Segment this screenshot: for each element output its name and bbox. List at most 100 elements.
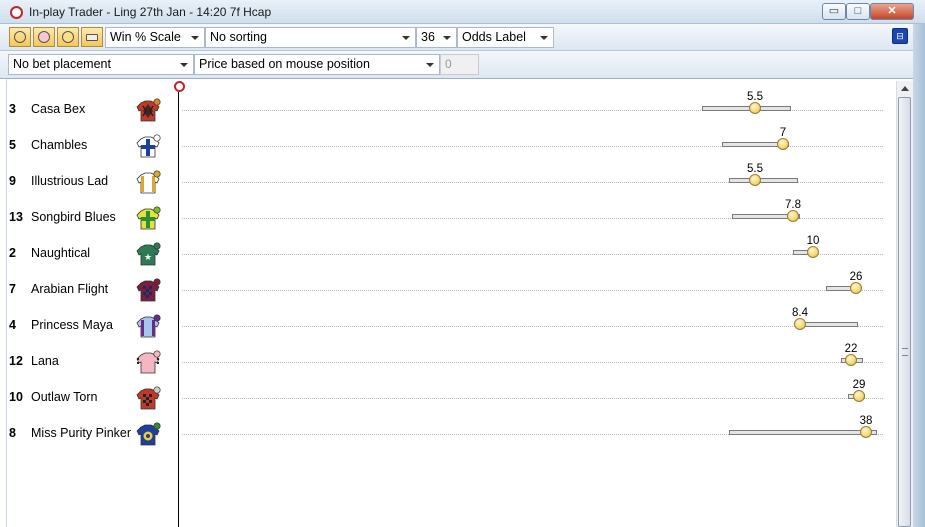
chevron-down-icon [402, 36, 410, 40]
display-mode-gold-circle-button[interactable] [57, 27, 79, 47]
runner-number: 13 [9, 210, 23, 224]
sorting-select[interactable]: No sorting [205, 27, 416, 48]
price-knob[interactable] [749, 174, 761, 186]
runner-row[interactable]: 13 Songbird Blues 7.8 [0, 199, 900, 236]
runner-row[interactable]: 2 Naughtical ★ 10 [0, 235, 900, 272]
odds-label: 10 [806, 235, 820, 247]
bet-placement-select[interactable]: No bet placement [8, 54, 194, 75]
scale-select[interactable]: Win % Scale [105, 27, 205, 48]
runner-name: Princess Maya [31, 318, 113, 332]
jockey-silk-icon [135, 349, 161, 375]
runner-number: 12 [9, 354, 23, 368]
row-guide-line [182, 398, 883, 399]
price-knob[interactable] [807, 246, 819, 258]
toolbar-top: Win % Scale No sorting 36 Odds Label [0, 24, 925, 51]
app-logo-icon [10, 6, 23, 19]
runner-name: Lana [31, 354, 59, 368]
bet-placement-select-value: No bet placement [13, 57, 111, 71]
odds-label: 38 [859, 415, 873, 427]
display-mode-pink-circle-button[interactable] [33, 27, 55, 47]
jockey-silk-icon [135, 169, 161, 195]
window-right-frame [913, 24, 925, 527]
circle-outline-icon [14, 31, 26, 43]
row-size-select[interactable]: 36 [416, 27, 457, 48]
runner-number: 10 [9, 390, 23, 404]
jockey-silk-icon [135, 421, 161, 447]
price-knob[interactable] [794, 318, 806, 330]
row-guide-line [182, 254, 883, 255]
odds-label: 7.8 [785, 199, 801, 211]
gold-circle-icon [62, 31, 74, 43]
runner-name: Arabian Flight [31, 282, 109, 296]
runner-row[interactable]: 10 Outlaw Torn 29 [0, 379, 900, 416]
pink-circle-icon [38, 31, 50, 43]
odds-label: 7 [779, 127, 787, 139]
window-titlebar[interactable]: In-play Trader - Ling 27th Jan - 14:20 7… [0, 0, 925, 24]
start-marker-icon[interactable] [174, 81, 185, 92]
runner-row[interactable]: 12 Lana 22 [0, 343, 900, 380]
minimize-button[interactable]: ▭ [822, 3, 846, 20]
runner-number: 3 [9, 102, 16, 116]
sorting-select-value: No sorting [210, 30, 267, 44]
stake-input[interactable]: 0 [440, 54, 479, 75]
row-guide-line [182, 290, 883, 291]
runner-name: Casa Bex [31, 102, 86, 116]
runner-name: Miss Purity Pinker [31, 426, 132, 440]
runner-row[interactable]: 8 Miss Purity Pinker 38 [0, 415, 900, 452]
runner-name: Outlaw Torn [31, 390, 98, 404]
odds-label: 8.4 [792, 307, 808, 319]
chevron-down-icon [426, 63, 434, 67]
runner-row[interactable]: 3 Casa Bex 5.5 [0, 91, 900, 128]
jockey-silk-icon [135, 133, 161, 159]
price-range-bar[interactable] [729, 178, 798, 183]
runner-number: 2 [9, 246, 16, 260]
window-title: In-play Trader - Ling 27th Jan - 14:20 7… [29, 5, 272, 19]
price-knob[interactable] [749, 102, 761, 114]
svg-text:★: ★ [144, 252, 152, 262]
display-mode-bar-button[interactable] [81, 27, 103, 47]
maximize-button[interactable]: □ [846, 3, 870, 20]
bar-icon [86, 34, 98, 41]
jockey-silk-icon [135, 313, 161, 339]
price-knob[interactable] [860, 426, 872, 438]
runner-name: Songbird Blues [31, 210, 116, 224]
price-range-bar[interactable] [729, 430, 877, 435]
runner-name: Naughtical [31, 246, 91, 260]
row-guide-line [182, 326, 883, 327]
runner-row[interactable]: 5 Chambles 7 [0, 127, 900, 164]
runner-number: 8 [9, 426, 16, 440]
label-select[interactable]: Odds Label [457, 27, 554, 48]
odds-label: 29 [852, 379, 866, 391]
chevron-down-icon [443, 36, 451, 40]
runner-number: 5 [9, 138, 16, 152]
jockey-silk-icon [135, 205, 161, 231]
runner-name: Chambles [31, 138, 88, 152]
close-button[interactable]: ✕ [870, 3, 914, 20]
toolbar-bottom: No bet placement Price based on mouse po… [0, 51, 925, 79]
runner-row[interactable]: 7 Arabian Flight 26 [0, 271, 900, 308]
runner-number: 9 [9, 174, 16, 188]
price-knob[interactable] [850, 282, 862, 294]
odds-label: 5.5 [747, 163, 763, 175]
jockey-silk-icon [135, 277, 161, 303]
runner-row[interactable]: 9 Illustrious Lad 5.5 [0, 163, 900, 200]
price-range-bar[interactable] [702, 106, 791, 111]
runner-number: 7 [9, 282, 16, 296]
runner-number: 4 [9, 318, 16, 332]
odds-label: 26 [849, 271, 863, 283]
price-knob[interactable] [777, 138, 789, 150]
display-mode-circle-button[interactable] [9, 27, 31, 47]
odds-label: 5.5 [747, 91, 763, 103]
row-guide-line [182, 362, 883, 363]
chevron-down-icon [540, 36, 548, 40]
price-mode-select[interactable]: Price based on mouse position [194, 54, 440, 75]
price-knob[interactable] [787, 210, 799, 222]
pin-button[interactable]: ⊟ [892, 28, 908, 44]
runner-name: Illustrious Lad [31, 174, 109, 188]
price-knob[interactable] [845, 354, 857, 366]
scrollbar-thumb[interactable] [898, 97, 911, 527]
runner-row[interactable]: 4 Princess Maya 8.4 [0, 307, 900, 344]
vertical-scrollbar[interactable] [896, 81, 913, 527]
scroll-up-arrow-icon[interactable] [901, 86, 909, 91]
price-knob[interactable] [853, 390, 865, 402]
